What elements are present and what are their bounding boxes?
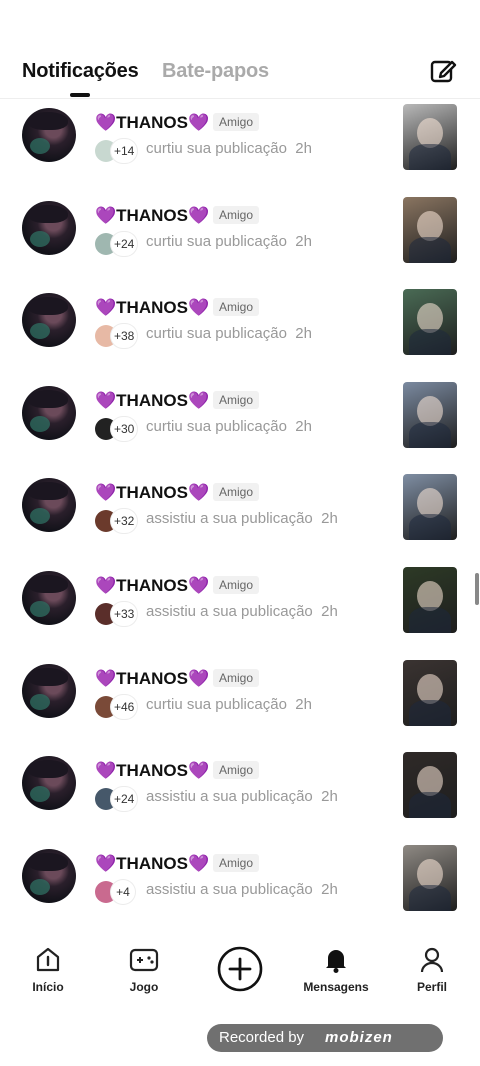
user-avatar[interactable] — [22, 293, 76, 348]
nav-mensagens[interactable]: Mensagens — [301, 946, 371, 994]
liker-count: +33 — [111, 602, 138, 626]
friend-badge: Amigo — [213, 668, 260, 687]
notification-time: 2h — [295, 695, 312, 713]
notification-text: assistiu a sua publicação 2h — [146, 603, 338, 620]
notification-text: curtiu sua publicação 2h — [146, 417, 312, 435]
nav-label-perfil: Perfil — [416, 980, 447, 994]
notification-item[interactable]: 💜THANOS💜 Amigo +32 assistiu a sua public… — [0, 470, 480, 562]
user-avatar[interactable] — [22, 200, 76, 255]
nav-label-inicio: Início — [32, 980, 64, 994]
user-avatar[interactable] — [22, 385, 76, 440]
notification-item[interactable]: 💜THANOS💜 Amigo +30 curtiu sua publicação… — [0, 378, 480, 470]
bell-icon — [326, 950, 346, 973]
user-name[interactable]: 💜THANOS💜 — [95, 483, 209, 503]
post-thumbnail[interactable] — [403, 567, 457, 633]
tab-notificacoes[interactable]: Notificações — [22, 60, 139, 83]
post-thumbnail[interactable] — [403, 659, 457, 726]
user-avatar[interactable] — [22, 848, 76, 903]
notification-item[interactable]: 💜THANOS💜 Amigo +24 assistiu a sua public… — [0, 748, 480, 840]
bottom-navigation: Início Jogo Mensagens Perfil — [0, 930, 480, 1010]
notification-time: 2h — [295, 325, 312, 343]
post-thumbnail[interactable] — [403, 104, 457, 170]
user-avatar[interactable] — [22, 108, 76, 162]
active-tab-indicator — [70, 93, 90, 97]
user-name[interactable]: 💜THANOS💜 — [95, 854, 209, 874]
nav-perfil[interactable]: Perfil — [397, 946, 467, 994]
top-bar: Notificações Bate-papos — [0, 0, 480, 99]
user-name[interactable]: 💜THANOS💜 — [95, 576, 209, 596]
user-name[interactable]: 💜THANOS💜 — [95, 113, 209, 133]
notification-text: curtiu sua publicação 2h — [146, 695, 312, 713]
notification-text: assistiu a sua publicação 2h — [146, 880, 338, 898]
notification-text: curtiu sua publicação 2h — [146, 325, 312, 343]
notification-item[interactable]: 💜THANOS💜 Amigo +33 assistiu a sua public… — [0, 563, 480, 655]
friend-badge: Amigo — [213, 298, 260, 317]
friend-badge: Amigo — [213, 576, 260, 594]
mobizen-logo: mobizen — [325, 1029, 393, 1046]
liker-count: +4 — [111, 879, 135, 904]
notification-item[interactable]: 💜THANOS💜 Amigo +24 curtiu sua publicação… — [0, 193, 480, 285]
user-avatar[interactable] — [22, 478, 76, 533]
friend-badge: Amigo — [213, 483, 260, 502]
notification-time: 2h — [295, 140, 312, 157]
liker-count: +24 — [111, 787, 138, 812]
notification-item[interactable]: 💜THANOS💜 Amigo +46 curtiu sua publicação… — [0, 656, 480, 748]
notification-text: curtiu sua publicação 2h — [146, 232, 312, 250]
liker-count: +46 — [111, 694, 138, 719]
notification-time: 2h — [321, 880, 338, 898]
post-thumbnail[interactable] — [403, 381, 457, 448]
nav-inicio[interactable]: Início — [13, 946, 83, 994]
post-thumbnail[interactable] — [403, 844, 457, 911]
scrollbar[interactable] — [475, 573, 479, 605]
nav-label-mensagens: Mensagens — [303, 980, 369, 994]
user-avatar[interactable] — [22, 663, 76, 718]
liker-count: +24 — [111, 231, 138, 256]
liker-count: +30 — [111, 416, 138, 441]
notification-time: 2h — [321, 788, 338, 806]
notification-list[interactable]: 💜THANOS💜 Amigo +14 curtiu sua publicação… — [0, 98, 480, 930]
post-thumbnail[interactable] — [403, 289, 457, 356]
user-name[interactable]: 💜THANOS💜 — [95, 761, 209, 781]
friend-badge: Amigo — [213, 113, 260, 131]
user-name[interactable]: 💜THANOS💜 — [95, 391, 209, 411]
user-name[interactable]: 💜THANOS💜 — [95, 298, 209, 318]
friend-badge: Amigo — [213, 853, 260, 872]
user-avatar[interactable] — [22, 756, 76, 811]
liker-count: +38 — [111, 324, 138, 349]
user-avatar[interactable] — [22, 571, 76, 625]
notification-time: 2h — [321, 603, 338, 620]
notification-text: curtiu sua publicação 2h — [146, 140, 312, 157]
gamepad-icon — [129, 948, 159, 972]
tab-bate-papos[interactable]: Bate-papos — [162, 60, 269, 83]
friend-badge: Amigo — [213, 390, 260, 409]
notification-time: 2h — [295, 417, 312, 435]
profile-icon — [420, 947, 444, 973]
post-thumbnail[interactable] — [403, 752, 457, 819]
notification-text: assistiu a sua publicação 2h — [146, 510, 338, 528]
user-name[interactable]: 💜THANOS💜 — [95, 206, 209, 226]
notification-time: 2h — [295, 232, 312, 250]
create-plus-icon[interactable] — [217, 946, 263, 992]
notification-time: 2h — [321, 510, 338, 528]
notification-text: assistiu a sua publicação 2h — [146, 788, 338, 806]
notification-item[interactable]: 💜THANOS💜 Amigo +4 assistiu a sua publica… — [0, 841, 480, 930]
nav-label-jogo: Jogo — [129, 980, 159, 994]
post-thumbnail[interactable] — [403, 474, 457, 541]
friend-badge: Amigo — [213, 761, 260, 780]
post-thumbnail[interactable] — [403, 196, 457, 263]
user-name[interactable]: 💜THANOS💜 — [95, 669, 209, 689]
recording-watermark: Recorded by mobizen — [207, 1024, 443, 1052]
notification-item[interactable]: 💜THANOS💜 Amigo +14 curtiu sua publicação… — [0, 100, 480, 192]
nav-jogo[interactable]: Jogo — [109, 946, 179, 994]
liker-count: +14 — [111, 139, 138, 163]
recording-text: Recorded by — [219, 1029, 305, 1046]
liker-count: +32 — [111, 509, 138, 534]
edit-icon[interactable] — [428, 56, 458, 86]
friend-badge: Amigo — [213, 205, 260, 224]
notification-item[interactable]: 💜THANOS💜 Amigo +38 curtiu sua publicação… — [0, 285, 480, 377]
home-icon — [36, 947, 60, 972]
